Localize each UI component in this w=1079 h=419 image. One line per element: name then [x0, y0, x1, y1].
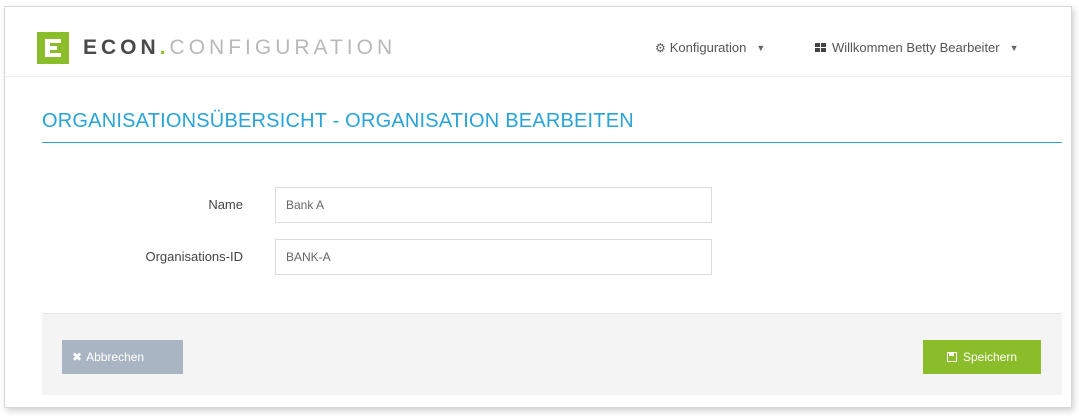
- brand-name-primary: ECON: [83, 36, 160, 59]
- name-field[interactable]: [275, 187, 712, 223]
- organisation-id-label: Organisations-ID: [145, 249, 243, 264]
- page-title: ORGANISATIONSÜBERSICHT - ORGANISATION BE…: [42, 110, 1062, 143]
- nav-config-label: Konfiguration: [669, 40, 747, 55]
- logo-mark-icon: [37, 32, 69, 64]
- close-icon: ✖: [72, 350, 83, 364]
- app-window: ECON.CONFIGURATION ⚙ Konfiguration ▼ Wil…: [4, 6, 1072, 408]
- cancel-button[interactable]: ✖ Abbrechen: [62, 340, 183, 374]
- form-row-organisation-id: Organisations-ID: [5, 239, 1073, 275]
- save-button[interactable]: Speichern: [923, 340, 1041, 374]
- nav-dropdown-user[interactable]: Willkommen Betty Bearbeiter ▼: [815, 40, 1019, 55]
- brand-logo[interactable]: ECON.CONFIGURATION: [37, 32, 396, 64]
- nav-dropdown-konfiguration[interactable]: ⚙ Konfiguration ▼: [655, 40, 765, 55]
- organisation-id-field[interactable]: [275, 239, 712, 275]
- top-navbar: ECON.CONFIGURATION ⚙ Konfiguration ▼ Wil…: [5, 7, 1071, 77]
- chevron-down-icon: ▼: [756, 42, 766, 53]
- form-actions-bar: ✖ Abbrechen Speichern: [42, 313, 1062, 395]
- form-row-name: Name: [5, 187, 1073, 223]
- brand-separator: .: [159, 36, 170, 59]
- save-label: Speichern: [962, 350, 1018, 364]
- name-label: Name: [208, 197, 243, 212]
- brand-name: ECON.CONFIGURATION: [83, 32, 396, 64]
- brand-name-secondary: CONFIGURATION: [169, 36, 397, 59]
- gear-icon: ⚙: [655, 40, 666, 55]
- nav-user-label: Willkommen Betty Bearbeiter: [832, 40, 1000, 55]
- grid-icon: [815, 43, 826, 52]
- floppy-disk-icon: [946, 352, 957, 362]
- cancel-label: Abbrechen: [86, 350, 145, 364]
- chevron-down-icon: ▼: [1009, 42, 1019, 53]
